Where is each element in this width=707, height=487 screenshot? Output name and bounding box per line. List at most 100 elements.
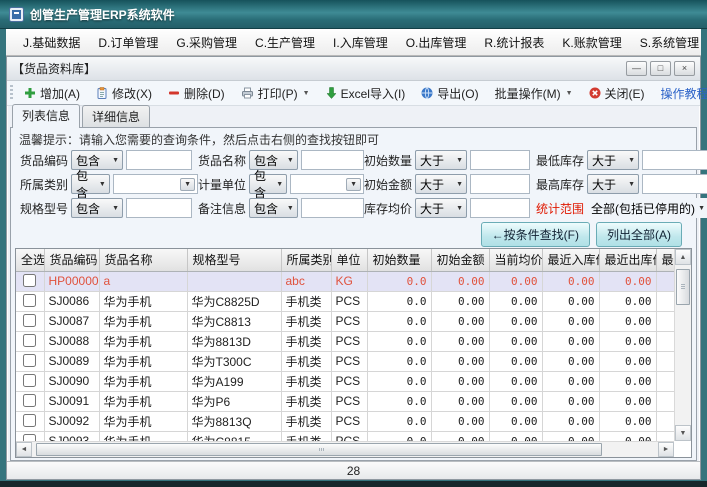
toolbar-delete-button[interactable]: 删除(D) — [161, 82, 232, 105]
filter-op-select[interactable]: 包含 ▼ — [249, 169, 288, 200]
chevron-down-icon[interactable]: ▼ — [112, 205, 119, 212]
menu-item-S.系统管理[interactable]: S.系统管理 — [631, 30, 707, 55]
close-button[interactable]: × — [674, 61, 695, 76]
toolbar-close-button[interactable]: 关闭(E) — [582, 82, 652, 105]
chevron-down-icon[interactable]: ▼ — [456, 181, 463, 188]
chevron-down-icon[interactable]: ▼ — [99, 181, 106, 188]
filter-op-select[interactable]: 包含 ▼ — [249, 198, 298, 218]
filter-value-input[interactable] — [300, 150, 364, 170]
column-header-初始金额[interactable]: 初始金额 — [431, 249, 490, 272]
filter-op-select[interactable]: 大于 ▼ — [587, 150, 640, 170]
column-header-全选[interactable]: 全选 — [16, 249, 45, 272]
filter-op-select[interactable]: 大于 ▼ — [587, 174, 640, 194]
row-checkbox[interactable] — [23, 334, 37, 347]
filter-value-input[interactable] — [126, 150, 193, 170]
chevron-down-icon[interactable]: ▼ — [303, 90, 310, 97]
toolbar-export-button[interactable]: 导出(O) — [414, 82, 485, 105]
filter-value-input[interactable] — [642, 174, 707, 194]
table-row[interactable]: SJ0091 华为手机 华为P6 手机类 PCS 0.0 0.00 0.00 0.00 0.00 — [16, 391, 674, 412]
table-row[interactable]: SJ0087 华为手机 华为C8813 手机类 PCS 0.0 0.00 0.00 0.00 0.… — [16, 311, 674, 332]
column-header-货品编码[interactable]: 货品编码 — [44, 249, 100, 272]
column-header-单位[interactable]: 单位 — [331, 249, 368, 272]
menu-item-I.入库管理[interactable]: I.入库管理 — [324, 30, 397, 55]
filter-value-input[interactable] — [642, 150, 707, 170]
filter-op-select[interactable]: 包含 ▼ — [71, 169, 110, 200]
filter-value-input[interactable] — [126, 198, 193, 218]
filter-scope-select[interactable]: 全部(包括已停用的) ▼ — [587, 198, 707, 218]
filter-op-select[interactable]: 大于 ▼ — [415, 150, 468, 170]
row-checkbox[interactable] — [23, 274, 37, 287]
filter-value-input[interactable] — [300, 198, 364, 218]
filter-value-input[interactable] — [470, 150, 531, 170]
scroll-down-icon[interactable]: ▼ — [675, 425, 691, 441]
filter-op-select[interactable]: 大于 ▼ — [415, 174, 468, 194]
table-row[interactable]: SJ0088 华为手机 华为8813D 手机类 PCS 0.0 0.00 0.00 0.00 0.… — [16, 331, 674, 352]
chevron-down-icon[interactable]: ▼ — [456, 157, 463, 164]
column-header-货品名称[interactable]: 货品名称 — [99, 249, 188, 272]
row-checkbox[interactable] — [23, 374, 37, 387]
row-checkbox[interactable] — [23, 434, 37, 441]
chevron-down-icon[interactable]: ▼ — [287, 205, 294, 212]
scroll-right-icon[interactable]: ► — [658, 442, 674, 457]
chevron-down-icon[interactable]: ▼ — [180, 178, 195, 191]
column-header-当前均价[interactable]: 当前均价 — [489, 249, 543, 272]
menu-item-K.账款管理[interactable]: K.账款管理 — [553, 30, 630, 55]
filter-value-input[interactable] — [470, 174, 531, 194]
table-row[interactable]: SJ0092 华为手机 华为8813Q 手机类 PCS 0.0 0.00 0.00 0.00 0.… — [16, 411, 674, 432]
scroll-up-icon[interactable]: ▲ — [675, 249, 691, 265]
column-header-最近出库价[interactable]: 最近出库价 — [599, 249, 657, 272]
chevron-down-icon[interactable]: ▼ — [456, 205, 463, 212]
filter-value-input[interactable]: ▼ — [290, 174, 364, 194]
chevron-down-icon[interactable]: ▼ — [628, 157, 635, 164]
menu-item-G.采购管理[interactable]: G.采购管理 — [167, 30, 246, 55]
chevron-down-icon[interactable]: ▼ — [346, 178, 361, 191]
list-all-button[interactable]: 列出全部(A) — [596, 222, 682, 247]
tab-详细信息[interactable]: 详细信息 — [82, 105, 151, 128]
row-checkbox[interactable] — [23, 354, 37, 367]
toolbar-excel-import-button[interactable]: Excel导入(I) — [319, 82, 413, 105]
column-header-所属类别[interactable]: 所属类别 — [281, 249, 332, 272]
row-checkbox[interactable] — [23, 394, 37, 407]
maximize-button[interactable]: □ — [650, 61, 671, 76]
table-row[interactable]: SJ0090 华为手机 华为A199 手机类 PCS 0.0 0.00 0.00 0.00 0.0… — [16, 371, 674, 392]
vertical-scrollbar[interactable]: ▲ ▼ — [674, 249, 691, 441]
filter-value-input[interactable]: ▼ — [112, 174, 198, 194]
column-header-初始数量[interactable]: 初始数量 — [367, 249, 432, 272]
horizontal-scrollbar[interactable]: ◄ ► — [16, 441, 674, 457]
scroll-left-icon[interactable]: ◄ — [16, 442, 32, 457]
menu-item-C.生产管理[interactable]: C.生产管理 — [246, 30, 324, 55]
table-row[interactable]: SJ0089 华为手机 华为T300C 手机类 PCS 0.0 0.00 0.00 0.00 0.… — [16, 351, 674, 372]
search-by-condition-button[interactable]: ←按条件查找(F) — [480, 222, 590, 247]
chevron-down-icon[interactable]: ▼ — [628, 181, 635, 188]
filter-value-input[interactable] — [470, 198, 531, 218]
row-checkbox[interactable] — [23, 294, 37, 307]
table-row[interactable]: SJ0086 华为手机 华为C8825D 手机类 PCS 0.0 0.00 0.00 0.00 0… — [16, 291, 674, 312]
chevron-down-icon[interactable]: ▼ — [112, 157, 119, 164]
column-header-最低库存[interactable]: 最低库存 — [656, 249, 674, 272]
tab-列表信息[interactable]: 列表信息 — [12, 104, 81, 128]
chevron-down-icon[interactable]: ▼ — [276, 181, 283, 188]
toolbar-print-button[interactable]: 打印(P) ▼ — [234, 82, 317, 105]
column-header-规格型号[interactable]: 规格型号 — [187, 249, 282, 272]
menu-item-J.基础数据[interactable]: J.基础数据 — [14, 30, 89, 55]
vscroll-track[interactable] — [675, 265, 691, 425]
column-header-最近入库价[interactable]: 最近入库价 — [542, 249, 600, 272]
toolbar-add-button[interactable]: 增加(A) — [17, 82, 87, 105]
chevron-down-icon[interactable]: ▼ — [566, 90, 573, 97]
minimize-button[interactable]: — — [626, 61, 647, 76]
menu-item-D.订单管理[interactable]: D.订单管理 — [89, 30, 167, 55]
menu-item-R.统计报表[interactable]: R.统计报表 — [475, 30, 553, 55]
hscroll-thumb[interactable] — [36, 443, 602, 456]
filter-op-select[interactable]: 大于 ▼ — [415, 198, 468, 218]
hscroll-track[interactable] — [32, 442, 658, 457]
table-row[interactable]: SJ0093华为手机华为C8815手机类PCS0.00.000.000.000.… — [16, 431, 674, 441]
chevron-down-icon[interactable]: ▼ — [287, 157, 294, 164]
toolbar-tutorial-button[interactable]: 操作教程 — [654, 82, 707, 105]
toolbar-batch-button[interactable]: 批量操作(M) ▼ — [488, 82, 580, 105]
row-checkbox[interactable] — [23, 314, 37, 327]
menu-item-O.出库管理[interactable]: O.出库管理 — [397, 30, 476, 55]
row-checkbox[interactable] — [23, 414, 37, 427]
filter-op-select[interactable]: 包含 ▼ — [71, 198, 124, 218]
table-row[interactable]: HP00000001aabcKG0.00.000.000.000.00 — [16, 271, 674, 292]
vscroll-thumb[interactable] — [676, 269, 690, 305]
